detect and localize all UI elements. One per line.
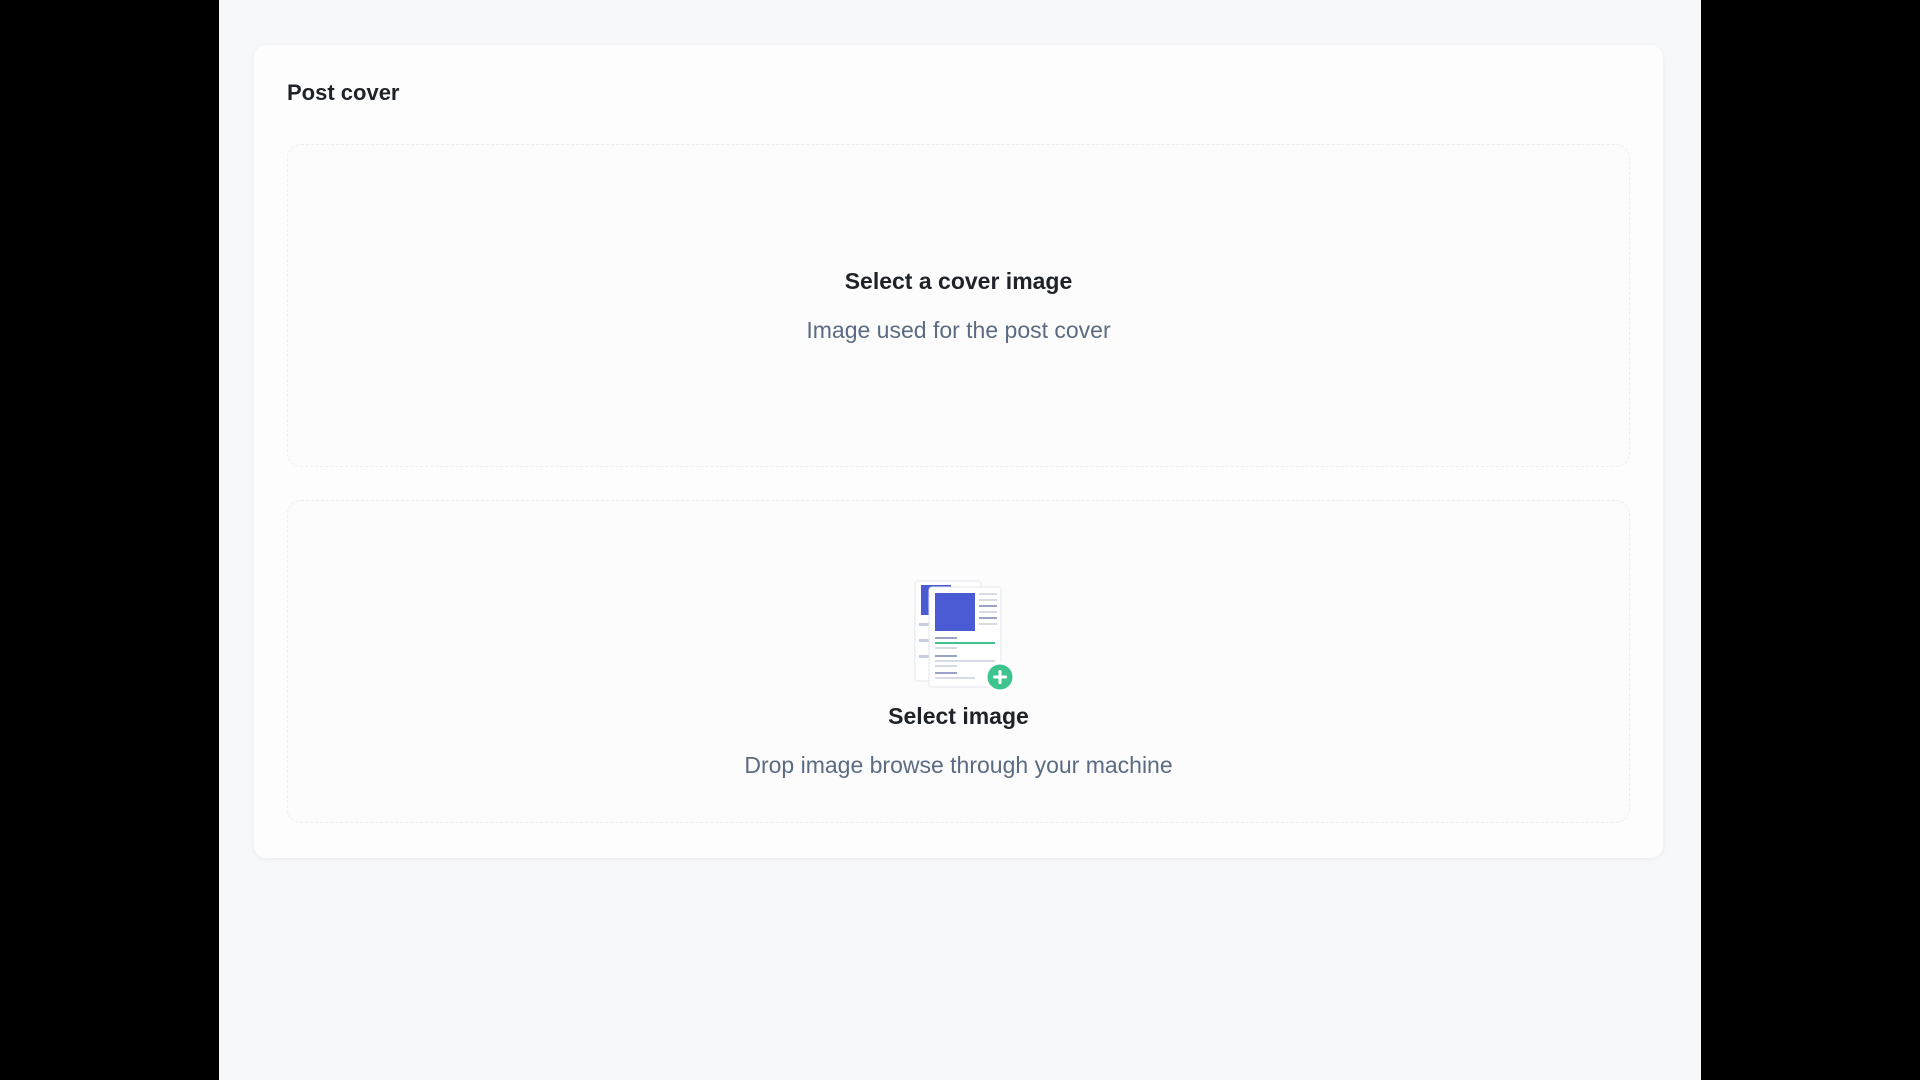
upload-zone-subtext: Drop image browse through your machine: [744, 751, 1173, 778]
image-upload-dropzone[interactable]: Select image Drop image browse through y…: [287, 500, 1630, 823]
cover-zone-heading: Select a cover image: [844, 267, 1073, 294]
cover-zone-subtext: Image used for the post cover: [806, 316, 1111, 343]
image-upload-icon: [914, 580, 1015, 692]
post-cover-card: Post cover Select a cover image Image us…: [254, 45, 1663, 858]
page-background: Post cover Select a cover image Image us…: [219, 0, 1701, 1080]
upload-zone-heading: Select image: [888, 702, 1029, 729]
cover-image-selector[interactable]: Select a cover image Image used for the …: [287, 144, 1630, 467]
card-title: Post cover: [287, 80, 400, 105]
